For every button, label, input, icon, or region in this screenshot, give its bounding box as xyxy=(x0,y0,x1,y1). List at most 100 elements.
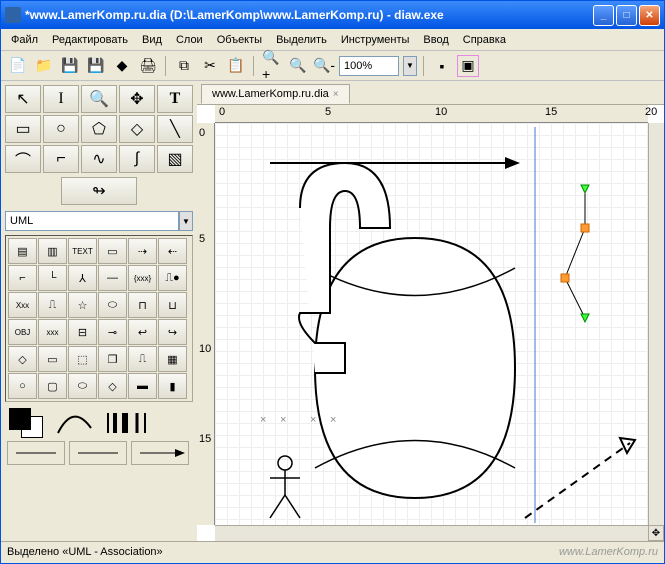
uml-box-icon[interactable]: ▭ xyxy=(38,346,67,372)
scrollbar-horizontal[interactable] xyxy=(215,525,648,541)
ellipse-tool[interactable]: ○ xyxy=(43,115,79,143)
uml-message-icon[interactable]: xxx xyxy=(38,319,67,345)
zoom-input[interactable]: 100% xyxy=(339,56,399,76)
uml-large-package-icon[interactable]: ⎍ xyxy=(38,292,67,318)
uml-ellipse-icon[interactable]: ⬭ xyxy=(68,373,97,399)
open-button[interactable]: 📁 xyxy=(33,55,55,77)
uml-object-icon[interactable]: ⊔ xyxy=(158,292,187,318)
tab-document[interactable]: www.LamerKomp.ru.dia × xyxy=(201,84,350,104)
uml-folder-icon[interactable]: ⎍ xyxy=(128,346,157,372)
menu-select[interactable]: Выделить xyxy=(270,32,333,48)
uml-package-icon[interactable]: ⎍● xyxy=(158,265,187,291)
color-row xyxy=(5,406,193,440)
export-button[interactable]: ◆ xyxy=(111,55,133,77)
close-button[interactable]: ✕ xyxy=(639,5,660,26)
zigzag-tool[interactable]: ⌐ xyxy=(43,145,79,173)
uml-final-icon[interactable]: ◇ xyxy=(98,373,127,399)
menu-objects[interactable]: Объекты xyxy=(211,32,268,48)
uml-class-icon[interactable]: ▤ xyxy=(8,238,37,264)
new-button[interactable]: 📄 xyxy=(7,55,29,77)
polyline-tool[interactable]: ∿ xyxy=(81,145,117,173)
status-text: Выделено «UML - Association» xyxy=(7,546,163,558)
line-end-cell[interactable] xyxy=(131,441,189,465)
outline-tool[interactable]: ↬ xyxy=(61,177,137,205)
uml-aggregation-icon[interactable]: ⅄ xyxy=(68,265,97,291)
uml-small-class-icon[interactable]: ▭ xyxy=(98,238,127,264)
uml-interface-icon[interactable]: ⊸ xyxy=(98,319,127,345)
uml-fork-icon[interactable]: ▬ xyxy=(128,373,157,399)
uml-actor-icon[interactable]: ☆ xyxy=(68,292,97,318)
uml-state-icon[interactable]: ▦ xyxy=(158,346,187,372)
line-mid-cell[interactable] xyxy=(69,441,127,465)
text-tool[interactable]: T xyxy=(157,85,193,113)
uml-return-icon[interactable]: ↩ xyxy=(128,319,157,345)
scrollbar-vertical[interactable] xyxy=(648,123,664,525)
save-button[interactable]: 💾 xyxy=(59,55,81,77)
document-tabs: www.LamerKomp.ru.dia × xyxy=(197,81,664,105)
box-tool[interactable]: ▭ xyxy=(5,115,41,143)
paste-button[interactable]: 📋 xyxy=(225,55,247,77)
uml-component-icon[interactable]: ⊟ xyxy=(68,319,97,345)
line-start-cell[interactable] xyxy=(7,441,65,465)
minimize-button[interactable]: _ xyxy=(593,5,614,26)
menu-view[interactable]: Вид xyxy=(136,32,168,48)
polygon-tool[interactable]: ⬠ xyxy=(81,115,117,143)
uml-diamond-icon[interactable]: ◇ xyxy=(8,346,37,372)
uml-implements-icon[interactable]: — xyxy=(98,265,127,291)
uml-transition-icon[interactable]: ↪ xyxy=(158,319,187,345)
scroll-tool[interactable]: ✥ xyxy=(119,85,155,113)
uml-generalization-icon[interactable]: ⌐ xyxy=(8,265,37,291)
menu-tools[interactable]: Инструменты xyxy=(335,32,416,48)
snap-button[interactable]: ▣ xyxy=(457,55,479,77)
separator-icon xyxy=(253,56,255,76)
cut-button[interactable]: ✂ xyxy=(199,55,221,77)
uml-constraint-icon[interactable]: {xxx} xyxy=(128,265,157,291)
uml-realizes-icon[interactable]: ⇠ xyxy=(158,238,187,264)
uml-text-icon[interactable]: TEXT xyxy=(68,238,97,264)
print-button[interactable]: 🖨 xyxy=(137,55,159,77)
zoom-fit-button[interactable]: 🔍 xyxy=(287,55,309,77)
zoom-dropdown-button[interactable]: ▼ xyxy=(403,56,417,76)
nav-corner-icon[interactable]: ✥ xyxy=(648,525,664,541)
menu-edit[interactable]: Редактировать xyxy=(46,32,134,48)
copy-button[interactable]: ⧉ xyxy=(173,55,195,77)
uml-usecase-icon[interactable]: ⬭ xyxy=(98,292,127,318)
beziergon-tool[interactable]: ◇ xyxy=(119,115,155,143)
magnify-tool[interactable]: 🔍 xyxy=(81,85,117,113)
uml-join-icon[interactable]: ▮ xyxy=(158,373,187,399)
uml-xxx-icon[interactable]: Xxx xyxy=(8,292,37,318)
bezier-tool[interactable]: ∫ xyxy=(119,145,155,173)
category-dropdown-button[interactable]: ▼ xyxy=(179,211,193,231)
app-icon xyxy=(5,7,21,23)
grid-button[interactable]: ▪ xyxy=(431,55,453,77)
uml-roundrect-icon[interactable]: ▢ xyxy=(38,373,67,399)
uml-note-icon[interactable]: ▥ xyxy=(38,238,67,264)
uml-lifeline-icon[interactable]: ⊓ xyxy=(128,292,157,318)
canvas[interactable]: × × × × xyxy=(215,123,648,525)
uml-3dbox-icon[interactable]: ❒ xyxy=(98,346,127,372)
pointer-tool[interactable]: ↖ xyxy=(5,85,41,113)
separator-icon xyxy=(165,56,167,76)
menu-help[interactable]: Справка xyxy=(457,32,512,48)
menu-input[interactable]: Ввод xyxy=(417,32,454,48)
text-edit-tool[interactable]: I xyxy=(43,85,79,113)
uml-association-icon[interactable]: └ xyxy=(38,265,67,291)
image-tool[interactable]: ▧ xyxy=(157,145,193,173)
fg-color-swatch[interactable] xyxy=(9,408,31,430)
watermark-text: www.LamerKomp.ru xyxy=(559,546,658,558)
zoom-in-button[interactable]: 🔍+ xyxy=(261,55,283,77)
shape-category-combo[interactable]: UML ▼ xyxy=(5,211,193,231)
maximize-button[interactable]: □ xyxy=(616,5,637,26)
uml-object2-icon[interactable]: OBJ xyxy=(8,319,37,345)
arc-tool[interactable]: ⌒ xyxy=(5,145,41,173)
menu-layers[interactable]: Слои xyxy=(170,32,209,48)
zoom-out-button[interactable]: 🔍- xyxy=(313,55,335,77)
category-label: UML xyxy=(10,215,33,227)
uml-dependency-icon[interactable]: ⇢ xyxy=(128,238,157,264)
save-as-button[interactable]: 💾 xyxy=(85,55,107,77)
menu-file[interactable]: Файл xyxy=(5,32,44,48)
uml-initial-icon[interactable]: ○ xyxy=(8,373,37,399)
uml-node-icon[interactable]: ⬚ xyxy=(68,346,97,372)
tab-close-icon[interactable]: × xyxy=(333,89,339,100)
line-tool[interactable]: ╲ xyxy=(157,115,193,143)
